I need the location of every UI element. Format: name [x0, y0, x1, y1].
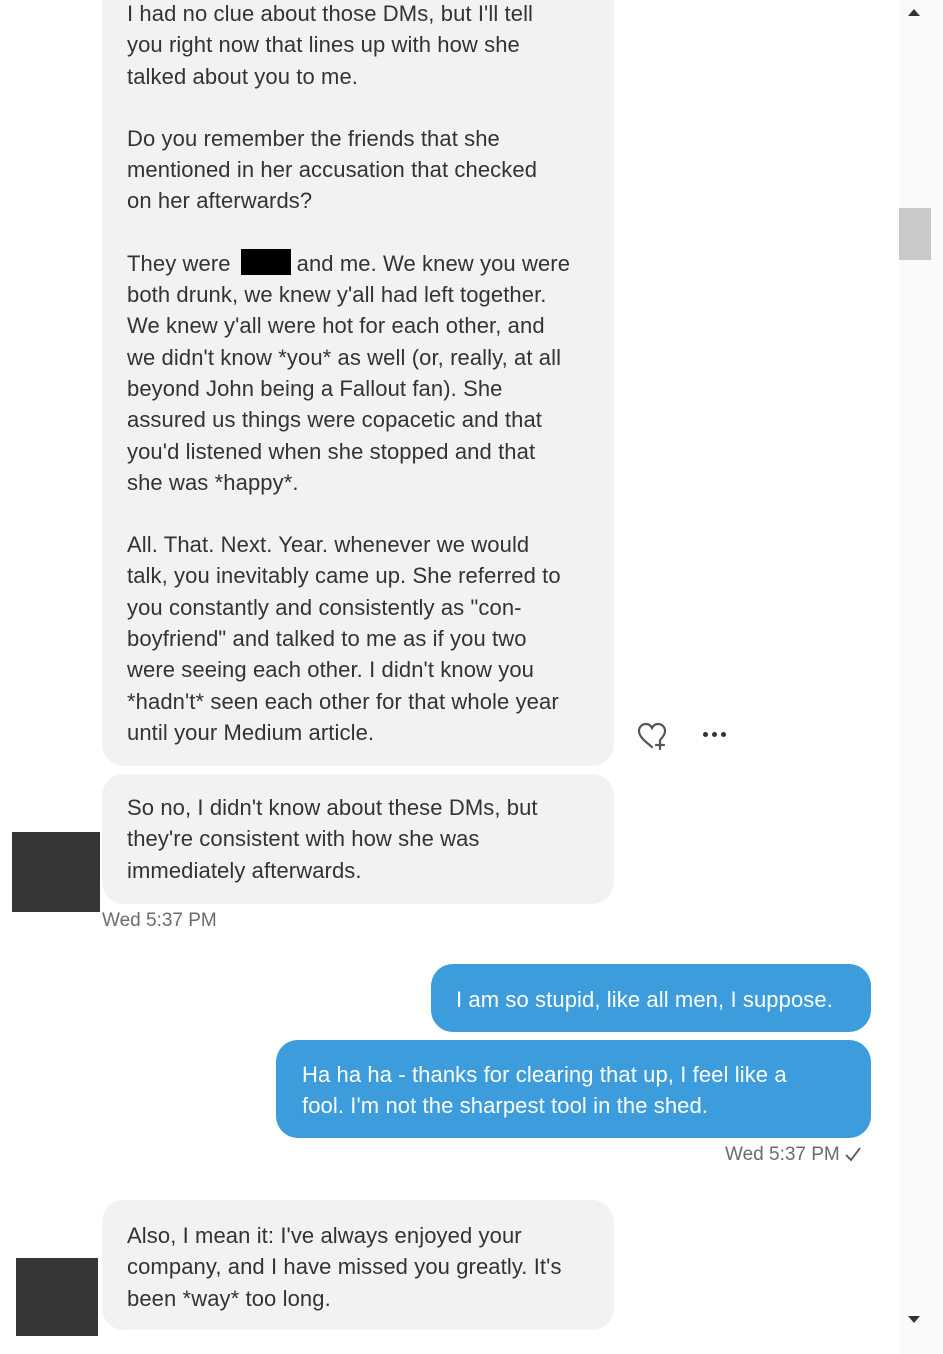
message-timestamp-sent: Wed 5:37 PM [725, 1144, 862, 1169]
message-paragraph-3-rest: both drunk, we knew y'all had left toget… [127, 282, 562, 495]
avatar[interactable] [16, 1258, 98, 1336]
message-thread: I had no clue about those DMs, but I'll … [0, 0, 900, 1354]
message-paragraph-3-start: They were [127, 250, 231, 276]
message-text: Ha ha ha - thanks for clearing that up, … [302, 1062, 787, 1119]
message-paragraph-1: I had no clue about those DMs, but I'll … [127, 1, 534, 89]
incoming-message-2[interactable]: So no, I didn't know about these DMs, bu… [102, 774, 614, 904]
message-paragraph-3-continued: and me. We knew you were [296, 250, 571, 276]
scroll-down-arrow-icon[interactable] [905, 1310, 923, 1328]
outgoing-message-1[interactable]: I am so stupid, like all men, I suppose. [431, 964, 871, 1032]
message-timestamp: Wed 5:37 PM [102, 910, 217, 931]
incoming-message-long[interactable]: I had no clue about those DMs, but I'll … [102, 0, 614, 766]
scrollbar-track[interactable] [900, 0, 943, 1354]
message-text: I am so stupid, like all men, I suppose. [456, 987, 833, 1012]
message-text: Also, I mean it: I've always enjoyed you… [127, 1223, 562, 1311]
heart-add-icon[interactable] [636, 720, 668, 752]
scrollbar-thumb[interactable] [899, 208, 931, 260]
message-paragraph-4: All. That. Next. Year. whenever we would… [127, 532, 561, 745]
scroll-up-arrow-icon[interactable] [905, 4, 923, 22]
more-options-icon[interactable] [698, 720, 730, 748]
message-paragraph-2: Do you remember the friends that she men… [127, 125, 538, 214]
avatar[interactable] [12, 832, 100, 912]
timestamp-text: Wed 5:37 PM [725, 1144, 840, 1165]
outgoing-message-2[interactable]: Ha ha ha - thanks for clearing that up, … [276, 1040, 871, 1138]
redacted-name [240, 248, 291, 275]
incoming-message-3[interactable]: Also, I mean it: I've always enjoyed you… [102, 1200, 614, 1330]
message-text: So no, I didn't know about these DMs, bu… [127, 795, 538, 883]
checkmark-icon [844, 1145, 862, 1169]
